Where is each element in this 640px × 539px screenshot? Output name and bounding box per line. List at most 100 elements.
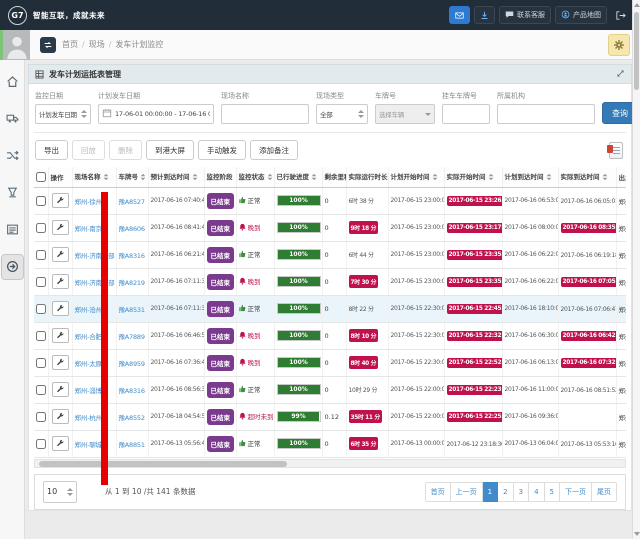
column-header-progress[interactable]: 已行驶进度 [274, 167, 322, 187]
user-avatar[interactable] [0, 30, 30, 60]
site-link[interactable]: 郑州-济南一部 [75, 252, 115, 260]
plate-link[interactable]: 豫A8851 [119, 441, 145, 449]
plate-link[interactable]: 豫A8606 [119, 225, 145, 233]
site-link[interactable]: 郑州-太原 [75, 360, 102, 368]
plate-link[interactable]: 豫A8959 [119, 360, 145, 368]
sidebar-item-station[interactable] [2, 181, 23, 205]
track-button[interactable] [52, 409, 69, 424]
product-map-button[interactable]: 产品地图 [555, 6, 607, 24]
page-button-4[interactable]: 3 [514, 482, 529, 502]
track-button[interactable] [52, 328, 69, 343]
row-checkbox[interactable] [36, 439, 46, 449]
row-checkbox[interactable] [36, 196, 46, 206]
mail-button[interactable] [449, 6, 470, 24]
page-button-5[interactable]: 4 [529, 482, 544, 502]
plate-link[interactable]: 豫A8219 [119, 279, 145, 287]
track-button[interactable] [52, 301, 69, 316]
select-all-checkbox[interactable] [36, 172, 46, 182]
column-header-status[interactable]: 监控状态 [236, 167, 274, 187]
sidebar-item-fleet[interactable] [2, 107, 23, 131]
site-link[interactable]: 郑州-淄博 [75, 387, 102, 395]
trailer-no-input[interactable] [442, 104, 490, 124]
monitor-date-select[interactable]: 计划发车日期 [35, 104, 91, 124]
sidebar-item-dispatch[interactable] [2, 144, 23, 168]
horizontal-scrollbar-thumb[interactable] [39, 461, 287, 467]
site-link[interactable]: 郑州-聊城 [75, 441, 102, 449]
column-header-plan-arrive[interactable]: 计划到达时间 [502, 167, 558, 187]
sort-icon[interactable] [488, 173, 493, 181]
refresh-chip[interactable] [40, 37, 56, 53]
sort-icon[interactable] [546, 173, 551, 181]
sort-icon[interactable] [103, 173, 108, 181]
site-link[interactable]: 郑州-杭州 [75, 414, 102, 422]
track-button[interactable] [52, 382, 69, 397]
sort-icon[interactable] [192, 173, 197, 181]
row-checkbox[interactable] [36, 304, 46, 314]
column-header-remaining[interactable]: 剩余里程 [322, 167, 346, 187]
sort-icon[interactable] [267, 173, 272, 181]
row-checkbox[interactable] [36, 331, 46, 341]
page-button-0[interactable]: 首页 [425, 482, 451, 502]
sidebar-item-home[interactable] [2, 70, 23, 94]
vertical-scrollbar-thumb[interactable] [634, 12, 639, 90]
page-button-3[interactable]: 2 [498, 482, 513, 502]
row-checkbox[interactable] [36, 250, 46, 260]
org-input[interactable] [497, 104, 595, 124]
row-checkbox[interactable] [36, 277, 46, 287]
sidebar-item-departure-monitor[interactable] [2, 255, 23, 279]
sidebar-item-report-list[interactable] [2, 218, 23, 242]
sort-icon[interactable] [432, 173, 437, 181]
row-checkbox[interactable] [36, 358, 46, 368]
plate-link[interactable]: 豫A8531 [119, 306, 145, 314]
site-link[interactable]: 郑州-济南二部 [75, 279, 115, 287]
row-checkbox[interactable] [36, 412, 46, 422]
plate-link[interactable]: 豫A7889 [119, 333, 145, 341]
site-link[interactable]: 郑州-南京 [75, 225, 102, 233]
column-header-duration[interactable]: 实际运行时长 [346, 167, 388, 187]
plan-depart-date-input[interactable]: 17-06-01 00:00:00 - 17-06-16 00 [98, 104, 214, 124]
column-header-stage[interactable]: 监控阶段 [204, 167, 236, 187]
site-link[interactable]: 郑州-合肥 [75, 333, 102, 341]
site-type-select[interactable]: 全部 [316, 104, 368, 124]
sort-icon[interactable] [312, 173, 317, 181]
vehicle-no-select[interactable]: 选择车辆 [375, 104, 435, 124]
page-button-7[interactable]: 下一页 [560, 482, 592, 502]
settings-button[interactable] [608, 34, 630, 56]
breadcrumb-item[interactable]: 现场 [89, 39, 105, 50]
page-button-8[interactable]: 尾页 [592, 482, 617, 502]
contact-support-button[interactable]: 联系客服 [499, 6, 551, 24]
logout-icon[interactable] [615, 6, 626, 25]
page-button-1[interactable]: 上一页 [451, 482, 483, 502]
manual-trigger-button[interactable]: 手动触发 [198, 140, 246, 160]
track-button[interactable] [52, 274, 69, 289]
scroll-up-arrow[interactable] [634, 3, 640, 7]
export-button[interactable]: 导出 [35, 140, 68, 160]
plate-link[interactable]: 豫A8316 [119, 252, 145, 260]
scroll-down-arrow[interactable] [634, 532, 640, 536]
site-link[interactable]: 郑州-徐州 [75, 198, 102, 206]
sort-icon[interactable] [141, 173, 146, 181]
track-button[interactable] [52, 220, 69, 235]
export-excel-icon[interactable] [609, 142, 623, 159]
column-header-actual-arrive[interactable]: 实际到达时间 [558, 167, 616, 187]
row-checkbox[interactable] [36, 385, 46, 395]
page-size-select[interactable]: 10 [43, 481, 77, 503]
column-header-plate[interactable]: 车牌号 [116, 167, 148, 187]
page-button-2[interactable]: 1 [483, 482, 498, 502]
sort-icon[interactable] [602, 173, 607, 181]
add-note-button[interactable]: 添加备注 [250, 140, 298, 160]
vertical-scrollbar[interactable] [632, 0, 640, 539]
page-button-6[interactable]: 5 [545, 482, 560, 502]
breadcrumb-item[interactable]: 首页 [62, 39, 78, 50]
row-checkbox[interactable] [36, 223, 46, 233]
column-header-actual-start[interactable]: 实际开始时间 [444, 167, 502, 187]
arrival-screen-button[interactable]: 到港大屏 [146, 140, 194, 160]
track-button[interactable] [52, 436, 69, 451]
plate-link[interactable]: 豫A8527 [119, 198, 145, 206]
track-button[interactable] [52, 193, 69, 208]
track-button[interactable] [52, 355, 69, 370]
column-header-eta[interactable]: 预计到达时间 [148, 167, 204, 187]
download-button[interactable] [474, 6, 495, 24]
plate-link[interactable]: 豫A8316 [119, 387, 145, 395]
track-button[interactable] [52, 247, 69, 262]
